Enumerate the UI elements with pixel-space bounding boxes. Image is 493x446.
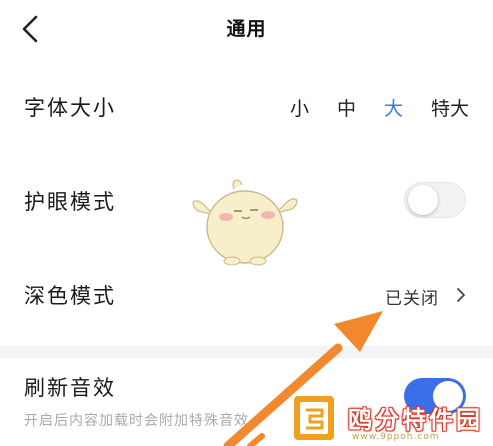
font-size-option-medium[interactable]: 中: [337, 94, 356, 121]
section-divider: [0, 346, 493, 358]
dark-mode-label: 深色模式: [24, 284, 116, 308]
eye-mode-toggle[interactable]: [404, 182, 466, 218]
header-bar: 通用: [0, 0, 493, 56]
dark-mode-row[interactable]: 深色模式 已关闭: [0, 270, 493, 318]
chick-mascot-icon: [192, 179, 298, 266]
refresh-sound-label: 刷新音效: [24, 376, 116, 400]
font-size-label: 字体大小: [24, 96, 116, 120]
dark-mode-status: 已关闭: [385, 289, 439, 309]
eye-mode-label: 护眼模式: [24, 190, 116, 214]
watermark: 鸥分特件园 www.9ppoh.com: [288, 388, 493, 446]
toggle-knob: [408, 185, 438, 215]
page-title: 通用: [226, 18, 267, 40]
watermark-url: www.9ppoh.com: [352, 432, 440, 442]
general-settings-page: 通用 字体大小 小 中 大 特大 护眼模式 深色模式 已关闭 刷新音效 开启后内…: [0, 0, 493, 446]
chevron-right-icon: [457, 288, 465, 302]
font-size-options: 小 中 大 特大: [290, 94, 469, 121]
watermark-text: 鸥分特件园: [348, 406, 483, 434]
watermark-logo-icon: [294, 396, 334, 440]
font-size-option-large[interactable]: 大: [384, 94, 403, 121]
font-size-row: 字体大小 小 中 大 特大: [0, 82, 493, 130]
font-size-option-xlarge[interactable]: 特大: [431, 94, 469, 121]
refresh-sound-description: 开启后内容加载时会附加特殊音效: [24, 413, 249, 429]
font-size-option-small[interactable]: 小: [290, 94, 309, 121]
